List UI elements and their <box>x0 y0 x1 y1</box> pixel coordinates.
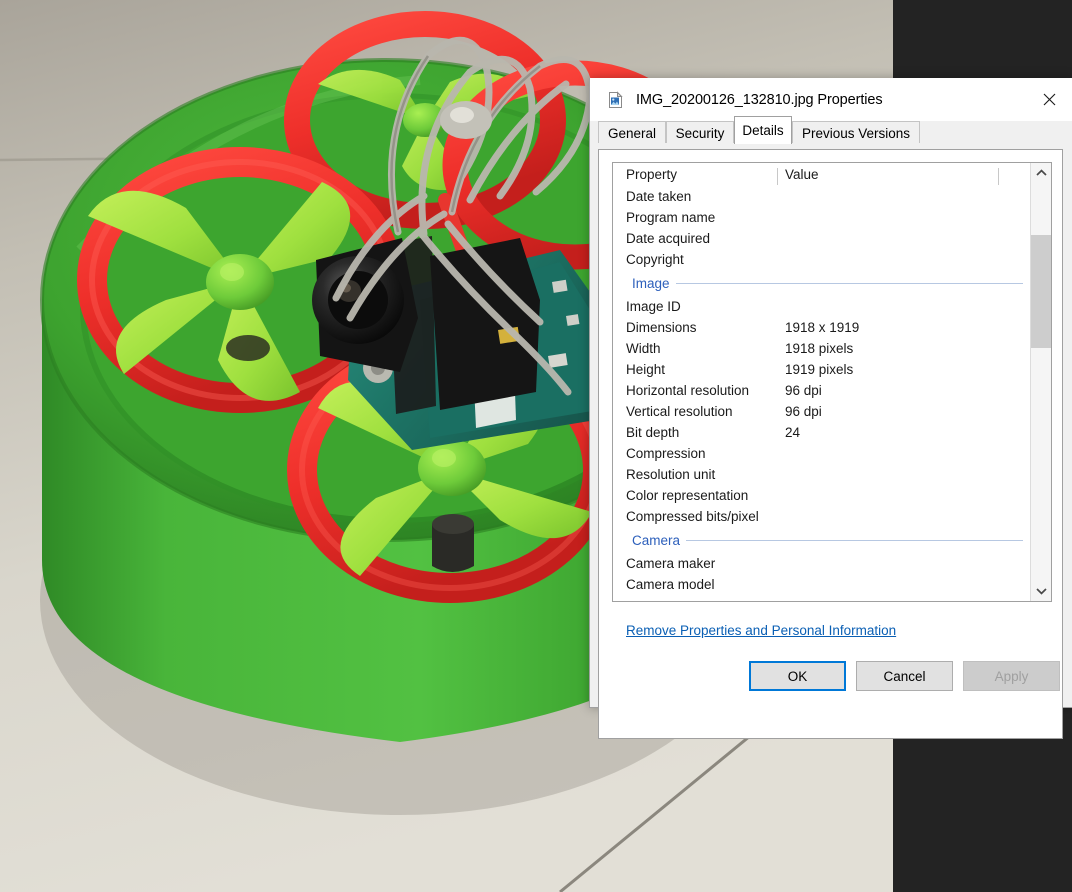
table-row[interactable]: Copyright <box>613 249 1031 270</box>
table-row[interactable]: Camera model <box>613 574 1031 595</box>
row-property: Width <box>626 341 661 356</box>
row-value: 96 dpi <box>785 383 822 398</box>
row-value: 1919 pixels <box>785 362 854 377</box>
row-property: Camera maker <box>626 556 716 571</box>
row-property: Horizontal resolution <box>626 383 750 398</box>
table-row[interactable]: Horizontal resolution 96 dpi <box>613 380 1031 401</box>
close-icon[interactable] <box>1026 78 1072 121</box>
row-value: 24 <box>785 425 801 440</box>
properties-list-rows: Property Value Date taken Program name D… <box>613 163 1031 601</box>
section-rule <box>632 540 1023 541</box>
chevron-down-icon[interactable] <box>1031 581 1051 601</box>
row-property: Image ID <box>626 299 681 314</box>
row-property: Bit depth <box>626 425 680 440</box>
properties-list-scrollbar[interactable] <box>1030 163 1051 601</box>
dialog-button-bar: OK Cancel Apply <box>590 645 1072 707</box>
scrollbar-thumb[interactable] <box>1031 235 1051 348</box>
table-row[interactable]: Image ID <box>613 296 1031 317</box>
table-row[interactable]: Compression <box>613 443 1031 464</box>
section-header-image: Image <box>613 270 1031 296</box>
row-property: Date taken <box>626 189 692 204</box>
table-row[interactable]: Vertical resolution 96 dpi <box>613 401 1031 422</box>
tab-security[interactable]: Security <box>666 121 734 144</box>
ok-button[interactable]: OK <box>749 661 846 691</box>
row-property: Dimensions <box>626 320 697 335</box>
table-row[interactable]: Date taken <box>613 186 1031 207</box>
tab-details[interactable]: Details <box>734 116 792 144</box>
table-row[interactable]: Color representation <box>613 485 1031 506</box>
column-header-value: Value <box>785 167 819 182</box>
section-header-camera: Camera <box>613 527 1031 553</box>
apply-button[interactable]: Apply <box>963 661 1060 691</box>
table-row[interactable]: Program name <box>613 207 1031 228</box>
row-value: 1918 x 1919 <box>785 320 860 335</box>
table-row[interactable]: Width 1918 pixels <box>613 338 1031 359</box>
table-row[interactable]: Camera maker <box>613 553 1031 574</box>
tab-strip: General Security Details Previous Versio… <box>590 116 1072 144</box>
dialog-title: IMG_20200126_132810.jpg Properties <box>636 91 883 108</box>
section-rule <box>632 283 1023 284</box>
remove-properties-link[interactable]: Remove Properties and Personal Informati… <box>626 623 896 638</box>
row-property: Date acquired <box>626 231 711 246</box>
section-label: Image <box>632 275 676 291</box>
table-row[interactable]: Compressed bits/pixel <box>613 506 1031 527</box>
chevron-up-icon[interactable] <box>1031 163 1051 183</box>
file-properties-dialog: IMG_20200126_132810.jpg Properties Gener… <box>589 78 1072 739</box>
row-property: Height <box>626 362 666 377</box>
table-row[interactable]: Date acquired <box>613 228 1031 249</box>
row-property: Resolution unit <box>626 467 716 482</box>
row-property: Camera model <box>626 577 715 592</box>
row-property: Color representation <box>626 488 749 503</box>
cancel-button[interactable]: Cancel <box>856 661 953 691</box>
image-file-icon <box>607 90 625 109</box>
section-label: Camera <box>632 532 687 548</box>
table-row[interactable]: Resolution unit <box>613 464 1031 485</box>
column-header-property: Property <box>626 167 678 182</box>
tab-general[interactable]: General <box>598 121 666 144</box>
row-property: Vertical resolution <box>626 404 733 419</box>
table-row[interactable]: Height 1919 pixels <box>613 359 1031 380</box>
dialog-titlebar: IMG_20200126_132810.jpg Properties <box>590 78 1072 121</box>
properties-list[interactable]: Property Value Date taken Program name D… <box>612 162 1052 602</box>
row-value: 96 dpi <box>785 404 822 419</box>
row-value: 1918 pixels <box>785 341 854 356</box>
row-property: Compressed bits/pixel <box>626 509 759 524</box>
table-row[interactable]: Dimensions 1918 x 1919 <box>613 317 1031 338</box>
tab-previous-versions[interactable]: Previous Versions <box>792 121 920 144</box>
row-property: Compression <box>626 446 706 461</box>
table-row[interactable]: Bit depth 24 <box>613 422 1031 443</box>
row-property: Copyright <box>626 252 684 267</box>
list-column-headers: Property Value <box>613 163 1031 186</box>
row-property: Program name <box>626 210 716 225</box>
